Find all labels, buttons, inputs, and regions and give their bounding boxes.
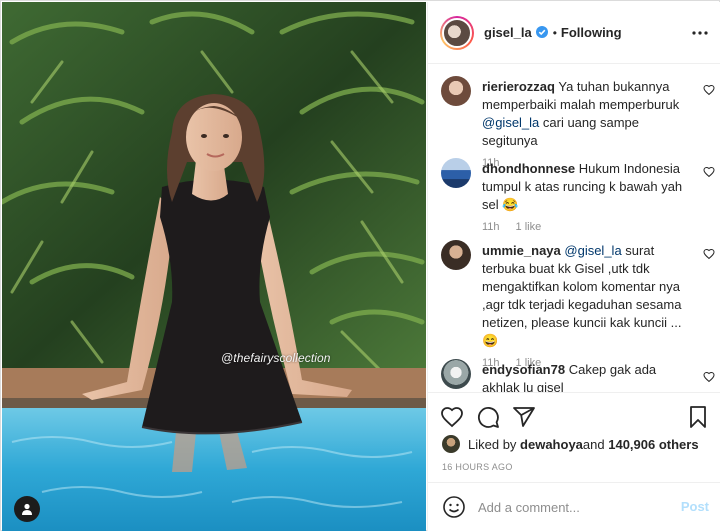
post-comment-button[interactable]: Post: [681, 499, 709, 514]
comment-likes-count[interactable]: 1 like: [516, 218, 542, 236]
author-username[interactable]: gisel_la: [484, 25, 532, 40]
liker-username[interactable]: dewahoya: [520, 437, 583, 452]
comment-like-heart-icon[interactable]: [703, 248, 715, 260]
more-options-icon: [692, 31, 708, 35]
likes-count[interactable]: 140,906 others: [608, 437, 698, 452]
photo-watermark: @thefairyscollection: [221, 351, 331, 365]
author-username-link[interactable]: gisel_la: [484, 25, 548, 40]
post-actions-bar: Liked by dewahoya and 140,906 others: [428, 392, 720, 472]
comments-list[interactable]: rierierozzaq Ya tuhan bukannya memperbai…: [428, 65, 720, 392]
commenter-avatar[interactable]: [441, 240, 471, 270]
comment-meta: 11h 1 like: [482, 218, 690, 236]
comment-item: ummie_naya @gisel_la surat terbuka buat …: [440, 240, 715, 369]
comment-text: surat terbuka buat kk Gisel ,utk tdk men…: [482, 243, 682, 348]
comment-like-heart-icon[interactable]: [703, 371, 715, 383]
likes-middle: and: [582, 436, 605, 452]
bookmark-icon[interactable]: [686, 405, 710, 429]
author-avatar[interactable]: [440, 15, 474, 50]
more-options-button[interactable]: [691, 24, 709, 42]
post-header: gisel_la • Following: [428, 2, 720, 64]
post-modal: @thefairyscollection gisel_la • Followin…: [0, 0, 720, 531]
likes-prefix: Liked by: [468, 436, 517, 452]
verified-badge-icon: [535, 26, 548, 38]
comment-username[interactable]: ummie_naya: [482, 243, 561, 258]
share-icon[interactable]: [512, 405, 536, 429]
comment-time[interactable]: 11h: [482, 218, 500, 236]
heart-icon[interactable]: [440, 405, 464, 429]
header-separator: •: [552, 25, 557, 40]
comment-item: endysofian78 Cakep gak ada akhlak lu gis…: [440, 359, 715, 392]
comment-body: ummie_naya @gisel_la surat terbuka buat …: [482, 242, 690, 372]
photo-illustration: [2, 2, 426, 531]
liker-avatar[interactable]: [442, 435, 460, 453]
post-timestamp[interactable]: 16 HOURS AGO: [442, 462, 513, 472]
post-photo[interactable]: @thefairyscollection: [2, 2, 426, 531]
comment-username[interactable]: rierierozzaq: [482, 79, 555, 94]
commenter-avatar[interactable]: [441, 76, 471, 106]
comment-username[interactable]: endysofian78: [482, 362, 565, 377]
commenter-avatar[interactable]: [441, 359, 471, 389]
comment-body: dhondhonnese Hukum Indonesia tumpul k at…: [482, 160, 690, 236]
comment-item: rierierozzaq Ya tuhan bukannya memperbai…: [440, 76, 715, 169]
comment-body: endysofian78 Cakep gak ada akhlak lu gis…: [482, 361, 690, 392]
comment-like-heart-icon[interactable]: [703, 84, 715, 96]
following-button[interactable]: Following: [561, 25, 622, 40]
comment-like-heart-icon[interactable]: [703, 166, 715, 178]
add-comment-bar: Post: [428, 482, 720, 531]
comment-username[interactable]: dhondhonnese: [482, 161, 575, 176]
post-details-panel: gisel_la • Following rierierozzaq Ya tuh…: [427, 2, 720, 531]
likes-summary: Liked by dewahoya and 140,906 others: [442, 435, 699, 453]
comment-mention[interactable]: @gisel_la: [482, 115, 539, 130]
comment-input[interactable]: [478, 499, 678, 515]
tagged-users-button[interactable]: [14, 496, 40, 522]
comment-item: dhondhonnese Hukum Indonesia tumpul k at…: [440, 158, 715, 233]
comment-mention[interactable]: @gisel_la: [564, 243, 621, 258]
comment-icon[interactable]: [476, 405, 500, 429]
emoji-icon[interactable]: [442, 495, 466, 519]
commenter-avatar[interactable]: [441, 158, 471, 188]
person-icon: [22, 503, 32, 515]
comment-text: 😂: [502, 197, 519, 212]
